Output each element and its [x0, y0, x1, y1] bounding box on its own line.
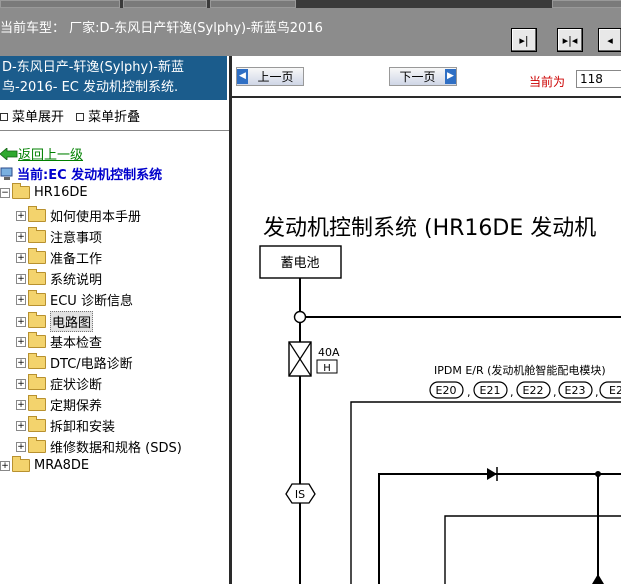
- folder-icon: [28, 206, 46, 222]
- tree-node-item[interactable]: + 基本检查: [16, 332, 102, 351]
- square-icon: [0, 113, 8, 121]
- expand-icon[interactable]: +: [16, 336, 26, 347]
- folder-icon: [28, 312, 46, 328]
- folder-icon: [28, 395, 46, 411]
- right-arrow-icon: ▶: [445, 69, 456, 84]
- junction-node: [293, 310, 307, 324]
- expand-icon[interactable]: +: [16, 441, 26, 452]
- nav-last-button[interactable]: ◂: [598, 28, 621, 52]
- svg-text:E20: E20: [436, 384, 457, 397]
- tree-node-sibling[interactable]: + MRA8DE: [0, 456, 89, 473]
- svg-text:E22: E22: [523, 384, 544, 397]
- expand-icon[interactable]: +: [16, 252, 26, 263]
- current-node: 当前:EC 发动机控制系统: [0, 164, 162, 183]
- svg-text:E2: E2: [609, 384, 621, 397]
- tree-node-item[interactable]: + 拆卸和安装: [16, 416, 115, 435]
- svg-text:,: ,: [510, 386, 514, 399]
- tree-node-item[interactable]: + 症状诊断: [16, 374, 102, 393]
- page-toolbar: ◀ 上一页 下一页 ▶ 当前为: [232, 56, 621, 98]
- back-arrow-icon: [0, 147, 18, 160]
- expand-icon[interactable]: +: [16, 316, 26, 327]
- expand-icon[interactable]: +: [0, 460, 10, 471]
- expand-icon[interactable]: +: [16, 294, 26, 305]
- document-view: 发动机控制系统 (HR16DE 发动机 蓄电池 40A H IS IPDM E/…: [232, 98, 621, 584]
- folder-icon: [12, 183, 30, 199]
- expand-icon[interactable]: +: [16, 231, 26, 242]
- expand-icon[interactable]: +: [16, 378, 26, 389]
- folder-icon: [28, 248, 46, 264]
- divider: [0, 130, 229, 131]
- current-vehicle-label: 当前车型： 厂家:D-东风日产轩逸(Sylphy)-新蓝鸟2016: [0, 21, 323, 36]
- fuse-letter: H: [323, 363, 331, 374]
- svg-text:,: ,: [595, 386, 599, 399]
- is-label: IS: [295, 488, 305, 501]
- tree-node-item[interactable]: + DTC/电路诊断: [16, 353, 133, 372]
- next-page-button[interactable]: 下一页 ▶: [389, 67, 457, 86]
- folder-icon: [28, 374, 46, 390]
- expand-icon[interactable]: +: [16, 210, 26, 221]
- menu-actions: 菜单展开 菜单折叠: [0, 106, 148, 125]
- menu-expand-button[interactable]: 菜单展开: [0, 110, 64, 125]
- tree-panel: 菜单展开 菜单折叠 返回上一级 当前:EC 发动机控制系统 − HR16DE +…: [0, 100, 229, 584]
- prev-page-button[interactable]: ◀ 上一页: [236, 67, 304, 86]
- nav-first-button[interactable]: ▸|: [511, 28, 537, 52]
- inner-outline: [444, 515, 621, 584]
- current-page-label: 当前为: [529, 75, 566, 89]
- fuse-amp-label: 40A: [318, 346, 340, 359]
- arrow-up-icon: [592, 574, 604, 584]
- sidebar-title-line2: 鸟-2016- EC 发动机控制系统.: [2, 80, 179, 95]
- menu-collapse-button[interactable]: 菜单折叠: [76, 110, 140, 125]
- folder-icon: [28, 227, 46, 243]
- wire: [378, 473, 621, 584]
- folder-icon: [28, 353, 46, 369]
- tree-node-item[interactable]: + 维修数据和规格 (SDS): [16, 437, 182, 456]
- collapse-icon[interactable]: −: [0, 187, 10, 198]
- top-tab[interactable]: [123, 0, 207, 8]
- folder-icon: [12, 456, 30, 472]
- top-tab[interactable]: [0, 0, 120, 8]
- tree-node-item[interactable]: + ECU 诊断信息: [16, 290, 133, 309]
- left-arrow-icon: ◀: [237, 69, 248, 84]
- top-tab[interactable]: [552, 0, 621, 8]
- header-bar: 当前车型： 厂家:D-东风日产轩逸(Sylphy)-新蓝鸟2016 ▸| ▸|◂…: [0, 8, 621, 56]
- folder-icon: [28, 269, 46, 285]
- folder-icon: [28, 332, 46, 348]
- tree-node-item-selected[interactable]: + 电路图: [16, 311, 94, 332]
- expand-icon[interactable]: +: [16, 273, 26, 284]
- svg-text:,: ,: [467, 386, 471, 399]
- top-tab[interactable]: [210, 0, 296, 8]
- current-page-input[interactable]: [576, 70, 621, 88]
- expand-icon[interactable]: +: [16, 357, 26, 368]
- ipdm-label: IPDM E/R (发动机舱智能配电模块): [434, 363, 606, 377]
- back-link[interactable]: 返回上一级: [0, 144, 83, 163]
- diode-symbol: [487, 468, 497, 480]
- svg-text:E23: E23: [565, 384, 586, 397]
- nav-middle-button[interactable]: ▸|◂: [557, 28, 583, 52]
- tree-node-item[interactable]: + 准备工作: [16, 248, 102, 267]
- expand-icon[interactable]: +: [16, 399, 26, 410]
- sidebar-title-line1: D-东风日产-轩逸(Sylphy)-新蓝: [2, 60, 184, 75]
- svg-text:E21: E21: [480, 384, 501, 397]
- folder-icon: [28, 416, 46, 432]
- wiring-diagram: 蓄电池 40A H IS IPDM E/R (发动机舱智能配电模块) E20 ,…: [259, 245, 621, 584]
- svg-text:,: ,: [553, 386, 557, 399]
- folder-icon: [28, 437, 46, 453]
- sidebar-title: D-东风日产-轩逸(Sylphy)-新蓝 鸟-2016- EC 发动机控制系统.: [0, 56, 227, 100]
- tree-node-item[interactable]: + 注意事项: [16, 227, 102, 246]
- tree-node-root[interactable]: − HR16DE: [0, 183, 88, 200]
- battery-label: 蓄电池: [280, 256, 319, 271]
- top-tab-strip: [0, 0, 621, 8]
- folder-icon: [28, 290, 46, 306]
- computer-icon: [0, 167, 13, 180]
- tree-node-item[interactable]: + 系统说明: [16, 269, 102, 288]
- ipdm-module-outline: [350, 401, 621, 584]
- tree-node-item[interactable]: + 定期保养: [16, 395, 102, 414]
- expand-icon[interactable]: +: [16, 420, 26, 431]
- square-icon: [76, 113, 85, 121]
- tree-node-item[interactable]: + 如何使用本手册: [16, 206, 141, 225]
